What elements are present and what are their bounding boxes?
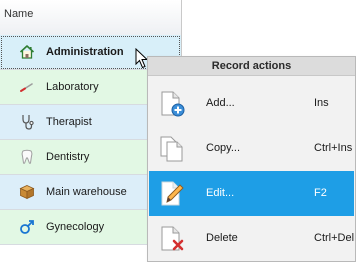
stethoscope-icon: [22, 115, 34, 130]
menu-item-shortcut: F2: [314, 187, 327, 199]
menu-item-delete[interactable]: Delete Ctrl+Del: [149, 216, 354, 261]
menu-item-shortcut: Ins: [314, 97, 329, 109]
menu-item-label: Delete: [206, 232, 238, 244]
row-label: Main warehouse: [46, 186, 127, 198]
record-actions-menu: Record actions Add... Ins Copy... Ctrl+I…: [147, 56, 356, 262]
add-document-icon: [161, 91, 185, 117]
thermometer-icon: [20, 83, 33, 92]
menu-item-label: Copy...: [206, 142, 241, 154]
menu-item-add[interactable]: Add... Ins: [149, 81, 354, 126]
menu-item-label: Edit...: [206, 187, 235, 199]
box-icon: [19, 185, 35, 200]
row-label: Administration: [46, 46, 124, 58]
male-symbol-icon: [20, 220, 34, 234]
copy-document-icon: [160, 136, 183, 162]
grid-header[interactable]: Name: [0, 0, 181, 36]
menu-title: Record actions: [148, 57, 355, 76]
menu-item-label: Add...: [206, 97, 235, 109]
edit-document-icon: [161, 181, 184, 206]
home-icon: [19, 45, 35, 59]
tooth-icon: [21, 149, 33, 164]
row-label: Therapist: [46, 116, 92, 128]
menu-item-edit[interactable]: Edit... F2: [149, 171, 354, 216]
name-column-header[interactable]: Name: [4, 8, 33, 20]
menu-item-copy[interactable]: Copy... Ctrl+Ins: [149, 126, 354, 171]
row-label: Dentistry: [46, 151, 90, 163]
row-label: Laboratory: [46, 81, 99, 93]
menu-item-shortcut: Ctrl+Del: [314, 232, 355, 244]
delete-document-icon: [161, 226, 184, 251]
menu-item-shortcut: Ctrl+Ins: [314, 142, 353, 154]
row-label: Gynecology: [46, 221, 105, 233]
